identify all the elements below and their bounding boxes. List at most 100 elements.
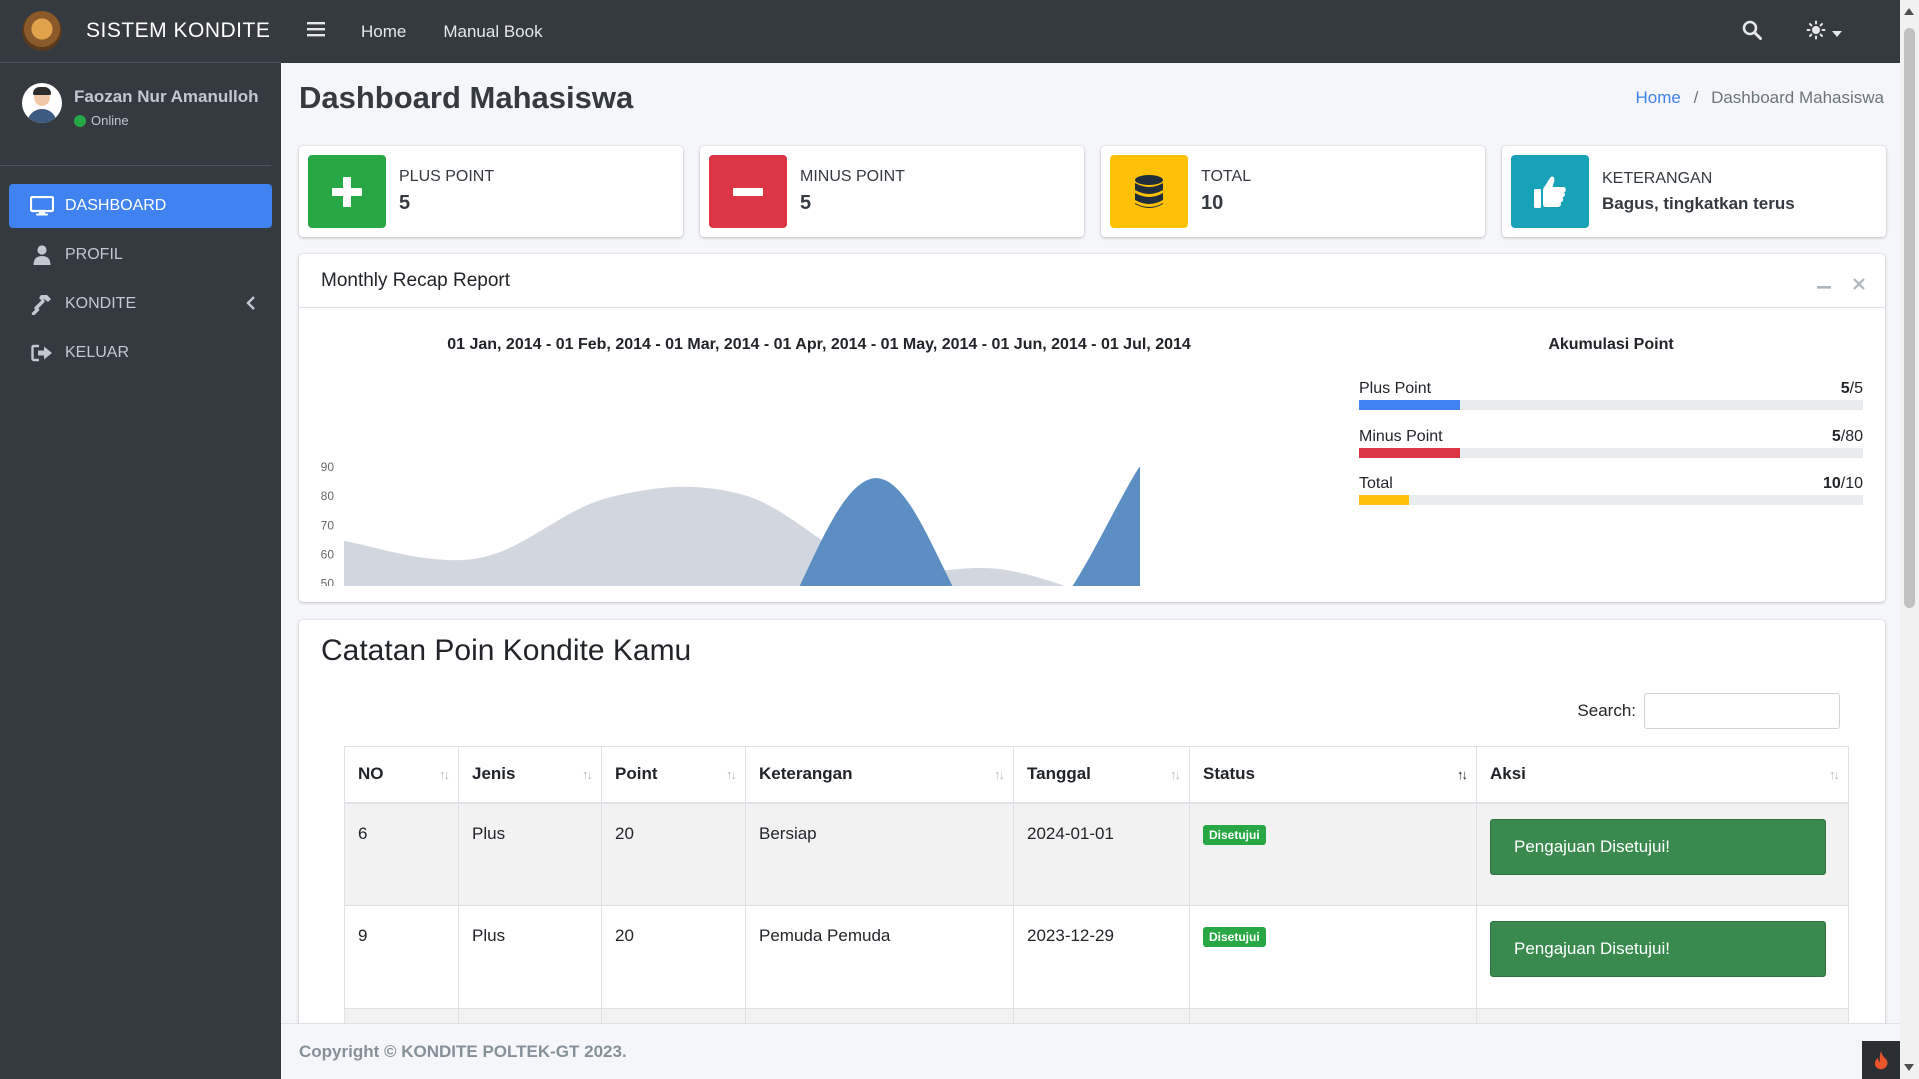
sidebar-item-dashboard[interactable]: DASHBOARD (9, 184, 272, 228)
info-box-plus-point: PLUS POINT 5 (299, 146, 683, 237)
card-title: Monthly Recap Report (321, 269, 511, 291)
column-header-point[interactable]: Point ↑↓ (601, 746, 746, 804)
sidebar-nav: DASHBOARD PROFIL KONDITE KELUAR (0, 166, 281, 375)
cell-no: 6 (344, 802, 459, 906)
info-box-total: TOTAL 10 (1101, 146, 1485, 237)
sort-icon: ↑↓ (1829, 767, 1840, 782)
info-box-value: 10 (1201, 192, 1224, 214)
info-box-value: 5 (800, 192, 812, 214)
progress-max: /5 (1849, 380, 1863, 397)
avatar[interactable] (22, 83, 62, 123)
sidebar-item-label: KONDITE (65, 295, 137, 312)
sign-out-icon (29, 344, 55, 362)
y-tick-label: 50 (321, 577, 335, 587)
progress-bar (1359, 400, 1863, 410)
user-status: Online (74, 113, 259, 128)
cell-point: 20 (601, 905, 746, 1009)
progress-value: 5 (1840, 380, 1850, 397)
breadcrumb-current: Dashboard Mahasiswa (1711, 88, 1884, 107)
breadcrumb-separator: / (1693, 88, 1699, 107)
table-search: Search: (1577, 693, 1840, 729)
hamburger-menu-icon[interactable] (307, 21, 325, 42)
brand-link[interactable]: SISTEM KONDITE (0, 0, 281, 63)
info-box-label: MINUS POINT (800, 168, 905, 185)
progress-bar-fill (1359, 495, 1410, 505)
caret-down-icon (1832, 24, 1842, 42)
progress-bar-fill (1359, 448, 1460, 458)
status-badge: Disetujui (1203, 927, 1266, 947)
cell-status: Disetujui (1189, 905, 1477, 1009)
cell-aksi: Pengajuan Disetujui! (1476, 802, 1849, 906)
sort-icon: ↑↓ (582, 767, 593, 782)
minus-icon (709, 155, 787, 228)
approval-button[interactable]: Pengajuan Disetujui! (1490, 921, 1826, 977)
breadcrumb-home[interactable]: Home (1636, 88, 1681, 107)
page-scrollbar[interactable] (1900, 0, 1919, 1079)
y-tick-label: 80 (321, 489, 335, 503)
progress-bar (1359, 448, 1863, 458)
progress-max: /10 (1840, 475, 1863, 492)
progress-label: Total (1359, 475, 1393, 492)
scroll-down-arrow-icon[interactable] (1904, 1064, 1914, 1071)
top-navbar: Home Manual Book (281, 0, 1900, 63)
chart-title: 01 Jan, 2014 - 01 Feb, 2014 - 01 Mar, 20… (447, 336, 1191, 353)
area-chart: 908070605040302010JanuaryFebruaryMarchAp… (321, 460, 1141, 587)
user-name[interactable]: Faozan Nur Amanulloh (74, 87, 259, 107)
info-box-value: Bagus, tingkatkan terus (1602, 193, 1795, 213)
column-header-keterangan[interactable]: Keterangan ↑↓ (745, 746, 1014, 804)
collapse-minus-icon[interactable] (1817, 274, 1831, 296)
search-icon[interactable] (1742, 20, 1762, 45)
y-tick-label: 90 (321, 460, 335, 474)
progress-label: Minus Point (1359, 428, 1443, 445)
close-icon[interactable] (1853, 274, 1865, 296)
sort-icon: ↑↓ (994, 767, 1005, 782)
scrollbar-thumb[interactable] (1904, 28, 1915, 608)
sidebar-item-label: KELUAR (65, 344, 130, 361)
chevron-left-icon (246, 296, 256, 315)
column-header-no[interactable]: NO ↑↓ (344, 746, 459, 804)
progress-max: /80 (1840, 428, 1863, 445)
status-badge: Disetujui (1203, 824, 1266, 845)
info-box-label: KETERANGAN (1602, 169, 1713, 187)
user-status-label: Online (91, 113, 129, 128)
column-header-aksi[interactable]: Aksi ↑↓ (1476, 746, 1849, 804)
navbar-right (1742, 20, 1842, 45)
database-icon (1110, 155, 1188, 228)
info-box-value: 5 (399, 192, 411, 214)
cell-aksi: Pengajuan Disetujui! (1476, 905, 1849, 1009)
kondite-table: NO ↑↓ Jenis ↑↓ Point ↑↓ Keterangan ↑↓ Tangga… (344, 746, 1849, 1040)
sidebar-item-kondite[interactable]: KONDITE (9, 282, 272, 326)
progress-group-minus: Minus Point 5/80 (1359, 428, 1863, 458)
table-row: 9 Plus 20 Pemuda Pemuda 2023-12-29 Diset… (344, 905, 1849, 1009)
online-dot-icon (74, 114, 86, 127)
sort-asc-icon: ↑↓ (1457, 767, 1468, 782)
info-box-minus-point: MINUS POINT 5 (700, 146, 1084, 237)
sort-icon: ↑↓ (1170, 767, 1181, 782)
search-input[interactable] (1644, 693, 1840, 729)
nav-link-home[interactable]: Home (361, 22, 406, 42)
sidebar-item-keluar[interactable]: KELUAR (9, 331, 272, 375)
scroll-up-arrow-icon[interactable] (1904, 8, 1914, 15)
info-box-label: TOTAL (1201, 168, 1252, 185)
column-header-tanggal[interactable]: Tanggal ↑↓ (1013, 746, 1190, 804)
card-tools (1817, 274, 1865, 296)
hammer-icon (29, 293, 55, 315)
info-box-label: PLUS POINT (399, 168, 495, 185)
sidebar: SISTEM KONDITE Faozan Nur Amanulloh Onli… (0, 0, 281, 1079)
theme-toggle[interactable] (1806, 20, 1842, 45)
breadcrumb: Home / Dashboard Mahasiswa (1636, 88, 1884, 108)
cell-jenis: Plus (458, 905, 602, 1009)
cell-tanggal: 2023-12-29 (1013, 905, 1190, 1009)
sidebar-item-label: PROFIL (65, 246, 123, 263)
approval-button[interactable]: Pengajuan Disetujui! (1490, 818, 1826, 875)
sidebar-item-label: DASHBOARD (65, 197, 167, 214)
brand-logo (22, 11, 62, 51)
progress-group-plus: Plus Point 5/5 (1359, 380, 1863, 410)
column-header-jenis[interactable]: Jenis ↑↓ (458, 746, 602, 804)
fire-icon[interactable] (1862, 1041, 1900, 1079)
nav-link-manual-book[interactable]: Manual Book (443, 22, 542, 42)
column-header-status[interactable]: Status ↑↓ (1189, 746, 1477, 804)
footer-copyright: Copyright © KONDITE POLTEK-GT 2023. (299, 1041, 627, 1061)
sidebar-item-profil[interactable]: PROFIL (9, 233, 272, 277)
progress-label: Plus Point (1359, 380, 1432, 397)
